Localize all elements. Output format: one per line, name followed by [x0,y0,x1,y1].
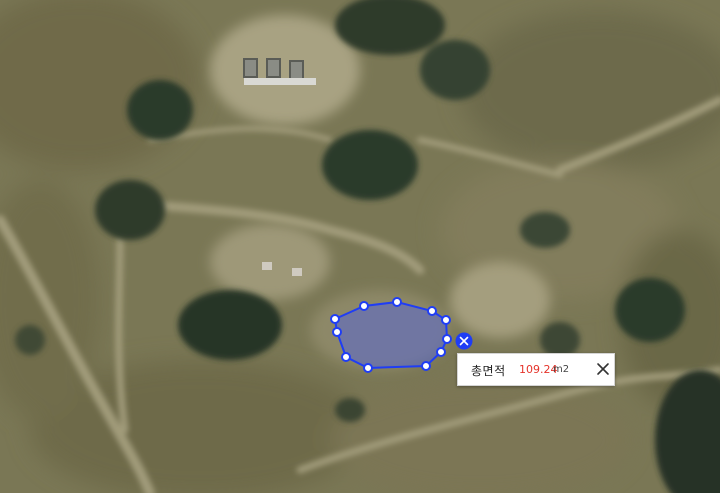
satellite-map[interactable] [0,0,720,493]
vertex-handle[interactable] [359,301,369,311]
vertex-handle[interactable] [392,297,402,307]
delete-shape-icon [455,332,473,350]
vertex-handle[interactable] [341,352,351,362]
vertex-handle[interactable] [441,315,451,325]
vertex-handle[interactable] [330,314,340,324]
vertex-handle[interactable] [332,327,342,337]
vertex-handle[interactable] [421,361,431,371]
close-popup-button[interactable] [594,360,612,378]
close-icon [597,363,609,375]
total-area-value: 109.24 [519,363,558,376]
area-measure-popup: 총면적 109.24 m2 [457,353,615,386]
vertex-handle[interactable] [442,334,452,344]
area-unit: m2 [553,364,570,375]
total-area-label: 총면적 [471,364,506,378]
vertex-handle[interactable] [363,363,373,373]
delete-shape-button[interactable] [455,332,473,350]
vertex-handle[interactable] [436,347,446,357]
vertex-handle[interactable] [427,306,437,316]
